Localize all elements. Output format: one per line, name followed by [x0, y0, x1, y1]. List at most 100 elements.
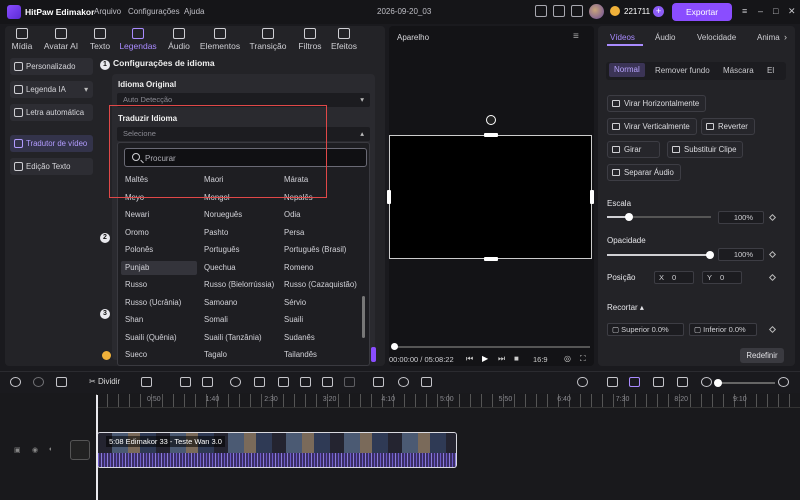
playhead[interactable] — [96, 395, 98, 500]
video-clip[interactable]: 5:08 Edimakor 33 - Teste Wan 3.0 — [97, 432, 457, 468]
rotate-button[interactable]: Girar — [607, 141, 660, 158]
flip-vertical-button[interactable]: Virar Verticalmente — [607, 118, 697, 135]
crop-top-field[interactable]: ▢ Superior 0.0% — [607, 323, 684, 336]
search-input[interactable] — [145, 152, 355, 164]
add-credits-button[interactable]: + — [653, 6, 664, 17]
message-icon[interactable] — [553, 5, 565, 17]
tab-elementos[interactable]: Elementos — [199, 28, 241, 51]
language-option[interactable]: Norueguês — [200, 208, 276, 222]
tab-audio[interactable]: Áudio — [161, 28, 197, 51]
video-canvas[interactable] — [389, 135, 592, 259]
position-y-field[interactable]: Y0 — [702, 271, 742, 284]
language-option[interactable]: Punjab — [121, 260, 197, 275]
language-option[interactable]: Newari — [121, 208, 197, 222]
track-audio-icon[interactable]: ◖ — [48, 446, 52, 453]
language-option[interactable]: Russo (Cazaquistão) — [280, 278, 357, 292]
language-option[interactable]: Maltês — [121, 173, 197, 187]
language-option[interactable]: Nepalês — [280, 191, 356, 205]
language-option[interactable]: Russo (Bielorrússia) — [200, 278, 276, 292]
tab-texto[interactable]: Texto — [82, 28, 118, 51]
sidebar-item-edicao-texto[interactable]: Edição Texto — [10, 158, 93, 175]
dropdown-scrollbar[interactable] — [362, 296, 365, 338]
delete-icon[interactable] — [56, 377, 67, 387]
record-icon[interactable] — [398, 377, 409, 387]
microphone-icon[interactable] — [577, 377, 588, 387]
language-option[interactable]: Suaili (Quênia) — [121, 331, 197, 345]
menu-configuracoes[interactable]: Configurações — [128, 7, 180, 16]
replace-clip-button[interactable]: Substituir Clipe — [667, 141, 744, 158]
playback-progress-knob[interactable] — [391, 343, 398, 350]
language-option[interactable]: Tailandês — [280, 348, 356, 362]
fullscreen-icon[interactable]: ⛶ — [580, 354, 586, 364]
scale-value[interactable]: 100% — [718, 211, 764, 224]
language-option[interactable]: Maori — [200, 173, 276, 187]
chevron-right-icon[interactable]: › — [784, 32, 787, 42]
tab-audio-right[interactable]: Áudio — [655, 33, 675, 42]
language-option[interactable]: Polonês — [121, 243, 197, 257]
fit-icon[interactable] — [677, 377, 688, 387]
tab-efeitos[interactable]: Efeitos — [326, 28, 362, 51]
prev-frame-icon[interactable]: ⏮ — [466, 354, 473, 364]
original-language-select[interactable]: Auto Detecção ▾ — [117, 93, 370, 107]
language-option[interactable]: Odia — [280, 208, 356, 222]
reverse-button[interactable]: Reverter — [701, 118, 755, 135]
zoom-out-icon[interactable] — [701, 377, 712, 387]
language-option[interactable]: Sérvio — [280, 296, 356, 310]
crop-icon[interactable] — [254, 377, 265, 387]
language-option[interactable]: Sudanês — [280, 331, 356, 345]
language-option[interactable]: Suaili (Tanzânia) — [200, 331, 276, 345]
sidebar-item-letra-automatica[interactable]: Letra automática — [10, 104, 93, 121]
tab-filtros[interactable]: Filtros — [292, 28, 328, 51]
move-icon[interactable] — [344, 377, 355, 387]
language-option[interactable]: Persa — [280, 226, 356, 240]
zoom-slider[interactable] — [717, 382, 775, 384]
detach-audio-button[interactable]: Separar Áudio — [607, 164, 681, 181]
export-frame-icon[interactable] — [421, 377, 432, 387]
minimize-icon[interactable]: – — [758, 6, 763, 16]
language-option[interactable]: Oromo — [121, 226, 197, 240]
subtab-remover-fundo[interactable]: Remover fundo — [655, 66, 710, 75]
subtab-mascara[interactable]: Máscara — [723, 66, 754, 75]
replace-media-icon[interactable] — [70, 440, 90, 460]
text-tool-icon[interactable] — [202, 377, 213, 387]
language-option[interactable]: Samoano — [200, 296, 276, 310]
crop-bottom-field[interactable]: ▢ Inferior 0.0% — [689, 323, 757, 336]
language-option[interactable]: Márata — [280, 173, 356, 187]
timer-icon[interactable] — [300, 377, 311, 387]
language-option[interactable]: Shan — [121, 313, 197, 327]
speed-icon[interactable] — [230, 377, 241, 387]
position-x-field[interactable]: X0 — [654, 271, 694, 284]
freeze-icon[interactable] — [278, 377, 289, 387]
language-search-field[interactable] — [124, 148, 367, 167]
menu-ajuda[interactable]: Ajuda — [184, 7, 204, 16]
tab-videos[interactable]: Vídeos — [610, 33, 635, 42]
tab-legendas[interactable]: Legendas — [118, 28, 158, 51]
menu-icon[interactable]: ≡ — [742, 6, 747, 16]
translate-button-edge[interactable] — [371, 347, 376, 362]
target-language-select[interactable]: Selecione ▴ — [117, 127, 370, 141]
opacity-value[interactable]: 100% — [718, 248, 764, 261]
resize-handle-top[interactable] — [484, 133, 498, 137]
sidebar-item-tradutor-de-video[interactable]: Tradutor de vídeo — [10, 135, 93, 152]
language-option[interactable]: Tagalo — [200, 348, 276, 362]
flip-horizontal-button[interactable]: Virar Horizontalmente — [607, 95, 707, 112]
subtab-more[interactable]: El — [767, 66, 774, 75]
menu-arquivo[interactable]: Arquivo — [94, 7, 121, 16]
language-option[interactable]: Russo — [121, 278, 197, 292]
resize-handle-left[interactable] — [387, 190, 391, 204]
tab-velocidade[interactable]: Velocidade — [697, 33, 736, 42]
preview-menu-icon[interactable]: ≡ — [573, 31, 579, 42]
language-option[interactable]: Meyo — [121, 191, 197, 205]
zoom-in-icon[interactable] — [778, 377, 789, 387]
track-lock-icon[interactable]: ▣ — [14, 446, 21, 454]
image-icon[interactable] — [373, 377, 384, 387]
opacity-slider-knob[interactable] — [706, 251, 714, 259]
export-button[interactable]: Exportar — [672, 3, 732, 21]
scale-slider-knob[interactable] — [625, 213, 633, 221]
maximize-icon[interactable]: □ — [773, 6, 778, 16]
split-button[interactable]: ✂ Dividir — [89, 377, 120, 386]
sidebar-item-legenda-ia[interactable]: Legenda IA ▾ — [10, 81, 93, 98]
language-option[interactable]: Quechua — [200, 261, 276, 275]
magnet-icon[interactable] — [653, 377, 664, 387]
link-icon[interactable] — [607, 377, 618, 387]
